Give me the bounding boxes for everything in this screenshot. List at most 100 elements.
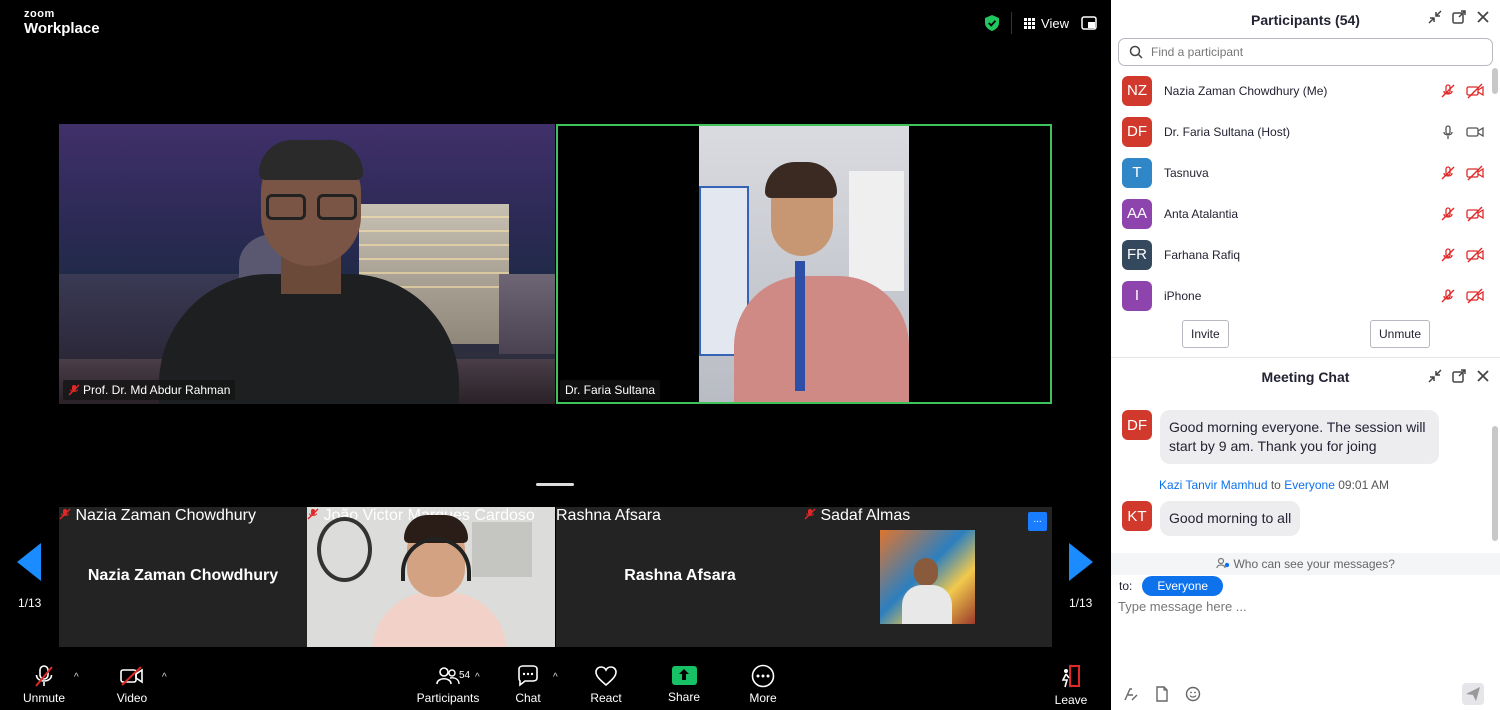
view-label: View xyxy=(1041,15,1069,31)
participants-scrollbar[interactable] xyxy=(1492,68,1498,94)
participant-name: Dr. Faria Sultana (Host) xyxy=(1164,124,1291,139)
unmute-label: Unmute xyxy=(22,691,66,705)
video-off-icon[interactable] xyxy=(1466,206,1484,222)
unmute-button[interactable]: Unmute xyxy=(9,664,79,705)
participant-status-icons xyxy=(1440,124,1484,140)
participant-search[interactable] xyxy=(1118,38,1493,66)
leave-button[interactable]: Leave xyxy=(1036,664,1106,707)
mic-icon[interactable] xyxy=(1440,124,1456,140)
emoji-icon[interactable] xyxy=(1185,686,1201,702)
mic-muted-icon xyxy=(307,508,319,520)
react-label: React xyxy=(590,691,622,705)
gallery-tile[interactable]: Sadaf Almas xyxy=(804,507,1052,647)
mic-muted-icon[interactable] xyxy=(1440,206,1456,222)
app-logo: zoom Workplace xyxy=(24,9,100,37)
gallery-tile[interactable]: João Victor Marques Cardoso xyxy=(307,507,555,647)
gallery-tile[interactable]: Nazia Zaman Chowdhury Nazia Zaman Chowdh… xyxy=(59,507,307,647)
minimize-icon[interactable] xyxy=(1428,369,1442,383)
participants-options-chevron-up-icon[interactable]: ^ xyxy=(475,672,480,683)
encryption-shield-icon[interactable] xyxy=(985,15,1000,31)
participants-button[interactable]: Participants xyxy=(413,664,483,705)
pop-out-icon[interactable] xyxy=(1452,10,1466,24)
participant-name: Nazia Zaman Chowdhury xyxy=(75,507,256,524)
participant-row[interactable]: DF Dr. Faria Sultana (Host) xyxy=(1111,111,1500,152)
mic-muted-icon xyxy=(59,508,71,520)
participant-row[interactable]: FR Farhana Rafiq xyxy=(1111,234,1500,275)
chat-button[interactable]: Chat xyxy=(493,664,563,705)
participant-row[interactable]: AA Anta Atalantia xyxy=(1111,193,1500,234)
video-label: Video xyxy=(116,691,148,705)
gallery-display-name: Rashna Afsara xyxy=(624,567,736,584)
chat-message-input[interactable] xyxy=(1118,599,1488,614)
react-button[interactable]: React xyxy=(571,664,641,705)
view-button[interactable]: View xyxy=(1024,16,1069,31)
participant-status-icons xyxy=(1440,247,1484,263)
panel-divider xyxy=(1111,357,1500,358)
mic-muted-icon xyxy=(35,665,53,687)
profile-picture xyxy=(880,530,975,624)
video-button[interactable]: Video xyxy=(97,664,167,705)
chat-scrollbar[interactable] xyxy=(1492,426,1498,541)
person-hair xyxy=(765,162,837,198)
chat-options-chevron-up-icon[interactable]: ^ xyxy=(553,672,558,683)
picture-in-picture-icon[interactable] xyxy=(1081,16,1097,30)
recipient-row: to: Everyone xyxy=(1119,576,1224,596)
mic-muted-icon[interactable] xyxy=(1440,165,1456,181)
format-text-icon[interactable] xyxy=(1123,686,1139,702)
participant-name: Rashna Afsara xyxy=(556,507,661,524)
file-icon[interactable] xyxy=(1154,686,1170,702)
video-tile-active-speaker[interactable]: Dr. Faria Sultana xyxy=(556,124,1052,404)
participant-avatar: FR xyxy=(1122,239,1152,270)
close-icon[interactable] xyxy=(1476,369,1490,383)
meeting-window: zoom Workplace View Prof. Dr. Md Abdur R… xyxy=(0,0,1111,710)
mic-muted-icon[interactable] xyxy=(1440,288,1456,304)
video-off-icon[interactable] xyxy=(1466,165,1484,181)
participant-name: Anta Atalantia xyxy=(1164,206,1239,221)
chat-message: Good morning everyone. The session will … xyxy=(1160,410,1439,464)
share-button[interactable]: Share xyxy=(649,664,719,704)
chat-sender[interactable]: Kazi Tanvir Mamhud xyxy=(1159,478,1268,492)
participant-name-tag: Dr. Faria Sultana xyxy=(560,380,661,400)
participant-row[interactable]: NZ Nazia Zaman Chowdhury (Me) xyxy=(1111,70,1500,111)
gallery-tile[interactable]: Rashna Afsara Rashna Afsara xyxy=(556,507,804,647)
send-message-button[interactable] xyxy=(1462,683,1484,705)
participants-panel-controls xyxy=(1428,10,1490,24)
person-hair xyxy=(259,140,363,180)
video-off-icon[interactable] xyxy=(1466,247,1484,263)
video-off-icon[interactable] xyxy=(1466,83,1484,99)
participant-status-icons xyxy=(1440,206,1484,222)
next-page-arrow-icon[interactable] xyxy=(1069,543,1093,581)
mic-muted-icon[interactable] xyxy=(1440,83,1456,99)
recipient-selector[interactable]: Everyone xyxy=(1142,576,1224,596)
participant-row[interactable]: T Tasnuva xyxy=(1111,152,1500,193)
invite-button[interactable]: Invite xyxy=(1182,320,1229,348)
leave-label: Leave xyxy=(1054,693,1088,707)
share-screen-icon xyxy=(671,666,697,685)
close-icon[interactable] xyxy=(1476,10,1490,24)
mic-muted-icon[interactable] xyxy=(1440,247,1456,263)
page-indicator-right: 1/13 xyxy=(1069,596,1093,610)
participant-row[interactable]: IiPhone xyxy=(1111,275,1500,316)
resize-handle[interactable] xyxy=(536,483,574,486)
grid-icon xyxy=(1024,17,1036,29)
chat-message-text: Good morning to all xyxy=(1169,510,1292,526)
video-options-chevron-up-icon[interactable]: ^ xyxy=(162,672,167,683)
glasses-left xyxy=(266,194,306,220)
audio-options-chevron-up-icon[interactable]: ^ xyxy=(74,672,79,683)
video-tile-speaker-left[interactable]: Prof. Dr. Md Abdur Rahman xyxy=(59,124,555,404)
minimize-icon[interactable] xyxy=(1428,10,1442,24)
video-off-icon[interactable] xyxy=(1466,288,1484,304)
tile-more-options-button[interactable]: ... xyxy=(1028,512,1047,531)
chat-message-line: start by 9 am. Thank you for joing xyxy=(1169,438,1377,454)
pop-out-icon[interactable] xyxy=(1452,369,1466,383)
chat-recipient[interactable]: Everyone xyxy=(1284,478,1335,492)
previous-page-arrow-icon[interactable] xyxy=(17,543,41,581)
more-button[interactable]: More xyxy=(728,664,798,705)
video-feed xyxy=(699,126,909,402)
search-input[interactable] xyxy=(1151,45,1471,59)
unmute-all-button[interactable]: Unmute xyxy=(1370,320,1431,348)
background-mirror xyxy=(317,517,372,582)
message-visibility-info[interactable]: Who can see your messages? xyxy=(1111,553,1500,575)
top-bar-controls: View xyxy=(985,12,1097,34)
video-icon[interactable] xyxy=(1466,124,1484,140)
